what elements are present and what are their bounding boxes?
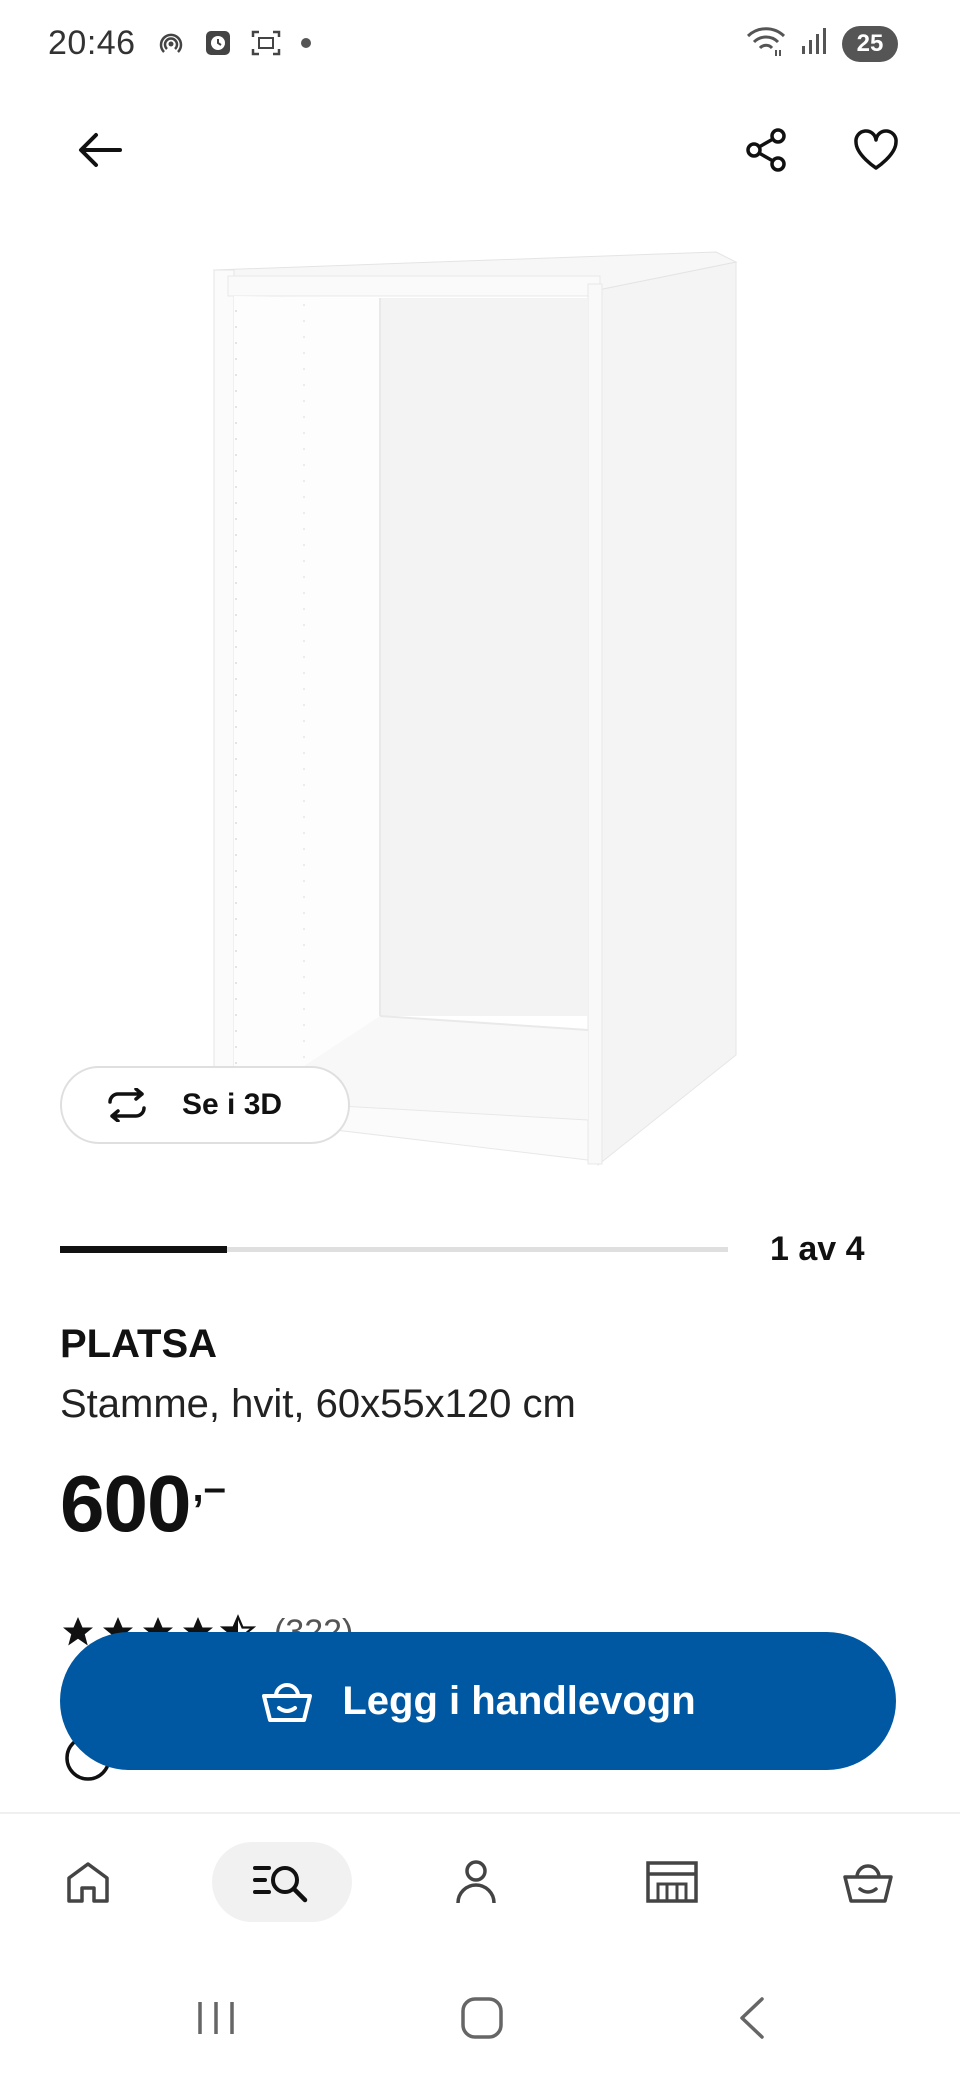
home-circle-icon — [461, 1997, 503, 2039]
recents-button[interactable] — [176, 1988, 256, 2048]
nav-profile[interactable] — [406, 1842, 546, 1922]
signal-icon — [800, 26, 828, 61]
recents-icon — [198, 2002, 234, 2034]
product-image[interactable] — [200, 240, 760, 1170]
dot-icon — [300, 37, 312, 49]
status-time: 20:46 — [48, 24, 136, 62]
store-icon — [646, 1861, 698, 1903]
gallery-progress-fill — [60, 1246, 227, 1253]
basket-icon — [843, 1864, 893, 1903]
nav-home[interactable] — [18, 1842, 158, 1922]
view-3d-button[interactable]: Se i 3D — [60, 1066, 350, 1144]
back-system-button[interactable] — [712, 1988, 792, 2048]
add-to-cart-button[interactable]: Legg i handlevogn — [60, 1632, 896, 1770]
clock-app-icon — [204, 29, 232, 57]
product-price: 600,– — [60, 1458, 226, 1550]
share-button[interactable] — [730, 114, 802, 186]
status-icons-right: 25 — [746, 24, 898, 63]
share-icon — [746, 128, 786, 172]
home-system-button[interactable] — [442, 1988, 522, 2048]
nav-store[interactable] — [602, 1842, 742, 1922]
back-arrow-icon — [79, 133, 122, 167]
heart-icon — [854, 129, 898, 170]
bottom-navigation — [0, 1812, 960, 1952]
back-chevron-icon — [740, 1997, 764, 2039]
home-icon — [67, 1862, 109, 1903]
back-button[interactable] — [64, 114, 136, 186]
hotspot-icon — [156, 28, 186, 58]
wifi-icon — [746, 24, 786, 63]
system-navigation — [0, 1952, 960, 2080]
search-list-icon — [253, 1866, 308, 1903]
basket-icon — [262, 1683, 313, 1722]
favourite-button[interactable] — [840, 114, 912, 186]
view-3d-label: Se i 3D — [182, 1088, 283, 1121]
battery-icon: 25 — [842, 25, 898, 62]
product-description: Stamme, hvit, 60x55x120 cm — [60, 1382, 576, 1426]
gallery-page-indicator: 1 av 4 — [770, 1230, 865, 1268]
product-name: PLATSA — [60, 1322, 218, 1366]
nav-cart[interactable] — [798, 1842, 938, 1922]
status-bar: 20:46 25 — [0, 0, 960, 92]
nav-search[interactable] — [212, 1842, 352, 1922]
rotate-3d-icon — [108, 1088, 146, 1122]
add-to-cart-label: Legg i handlevogn — [342, 1678, 696, 1723]
gallery-progress-bar — [60, 1246, 728, 1253]
status-icons-left — [156, 28, 312, 58]
price-suffix: ,– — [192, 1466, 226, 1510]
person-icon — [456, 1860, 496, 1904]
price-value: 600 — [60, 1459, 191, 1548]
screenshot-icon — [250, 28, 282, 58]
